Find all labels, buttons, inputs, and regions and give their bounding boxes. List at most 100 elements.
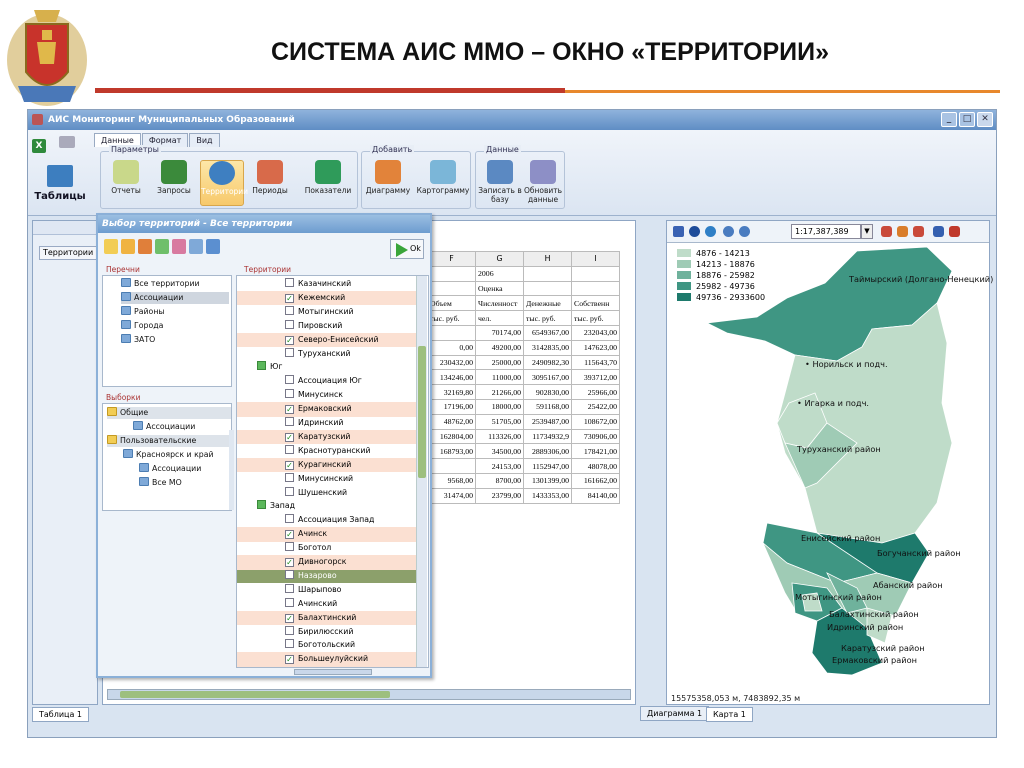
table-cell[interactable]: 24153,00 <box>475 458 524 474</box>
table-cell[interactable]: 1433353,00 <box>523 487 572 504</box>
territory-item[interactable]: Бирилюсский <box>237 625 417 640</box>
territory-checkbox[interactable]: ✓ <box>285 293 294 303</box>
territory-item[interactable]: Юг <box>237 360 417 375</box>
territory-checkbox[interactable] <box>285 305 294 315</box>
list-item[interactable]: Все территории <box>121 278 200 290</box>
table-cell[interactable] <box>523 280 572 297</box>
territory-checkbox[interactable] <box>285 319 294 329</box>
table-cell[interactable]: 2889306,00 <box>523 443 572 460</box>
column-header[interactable]: H <box>523 251 572 267</box>
pan-icon[interactable] <box>705 226 716 237</box>
splitter[interactable] <box>229 430 234 510</box>
tab-map-1[interactable]: Карта 1 <box>706 707 753 722</box>
periods-button[interactable]: Периоды <box>248 160 292 206</box>
table-cell[interactable]: 3142835,00 <box>523 339 572 356</box>
territory-item[interactable]: Ачинский <box>237 597 417 612</box>
territory-checkbox[interactable] <box>285 583 294 593</box>
add-cartogram-button[interactable]: Картограмму <box>415 160 471 206</box>
territory-checkbox[interactable]: ✓ <box>285 613 294 623</box>
table-cell[interactable]: 6549367,00 <box>523 324 572 341</box>
table-cell[interactable]: 108672,00 <box>571 413 620 430</box>
chevron-down-icon[interactable]: ▼ <box>861 224 873 239</box>
table-cell[interactable]: 902830,00 <box>523 384 572 400</box>
list-item[interactable]: ЗАТО <box>121 334 155 346</box>
table-cell[interactable]: 25422,00 <box>571 398 620 415</box>
zoom-in-icon[interactable] <box>723 226 734 237</box>
territory-item[interactable]: Минусинск <box>237 388 417 403</box>
territory-item[interactable]: ✓ Ачинск <box>237 527 417 542</box>
territory-item[interactable]: Боготольский <box>237 638 417 653</box>
open-folder-icon[interactable] <box>104 239 118 254</box>
territory-item[interactable]: ✓ Курагинский <box>237 457 417 473</box>
unit-cell[interactable]: тыс. руб. <box>523 310 572 326</box>
queries-button[interactable]: Запросы <box>152 160 196 206</box>
table-cell[interactable] <box>523 265 572 282</box>
table-cell[interactable] <box>427 280 476 297</box>
table-cell[interactable]: 393712,00 <box>571 369 620 386</box>
table-cell[interactable]: 49200,00 <box>475 339 524 356</box>
table-cell[interactable]: 31474,00 <box>427 487 476 504</box>
territory-item[interactable]: ✓ Каратузский <box>237 429 417 445</box>
zoom-out-icon[interactable] <box>739 226 750 237</box>
mode-cell[interactable]: Оценка <box>475 280 524 297</box>
table-cell[interactable]: 34500,00 <box>475 443 524 460</box>
territory-checkbox[interactable] <box>285 514 294 524</box>
territory-item[interactable]: Запад <box>237 499 417 514</box>
table-cell[interactable]: 178421,00 <box>571 443 620 460</box>
list-item[interactable]: Районы <box>121 306 165 318</box>
header-cell[interactable]: Объем <box>427 295 476 312</box>
column-header[interactable]: G <box>475 251 524 267</box>
table-cell[interactable] <box>427 265 476 282</box>
territory-checkbox[interactable] <box>285 639 294 649</box>
table-cell[interactable]: 51705,00 <box>475 413 524 430</box>
territory-checkbox[interactable] <box>285 542 294 552</box>
table-cell[interactable]: 25966,00 <box>571 384 620 400</box>
territory-item[interactable]: Ассоциация Юг <box>237 374 417 389</box>
territory-item[interactable]: Ассоциация Запад <box>237 513 417 528</box>
copy-list-icon[interactable] <box>155 239 169 254</box>
layer-icon[interactable] <box>881 226 892 237</box>
territory-item[interactable]: Идринский <box>237 416 417 431</box>
side-panel-label[interactable]: Территории <box>39 246 99 260</box>
sample-item[interactable]: Ассоциации <box>133 421 195 433</box>
print-map-icon[interactable] <box>949 226 960 237</box>
territory-item[interactable]: ✓ Ермаковский <box>237 402 417 417</box>
territory-checkbox[interactable] <box>285 417 294 426</box>
maximize-button[interactable]: □ <box>959 112 975 127</box>
table-cell[interactable]: 17196,00 <box>427 398 476 415</box>
table-cell[interactable]: 147623,00 <box>571 339 620 356</box>
table-cell[interactable]: 23799,00 <box>475 487 524 504</box>
territory-checkbox[interactable] <box>285 625 294 635</box>
minimize-button[interactable]: _ <box>941 112 957 127</box>
table-cell[interactable] <box>427 324 476 341</box>
table-cell[interactable]: 32169,80 <box>427 384 476 400</box>
territory-item[interactable]: ✓ Кежемский <box>237 290 417 306</box>
table-cell[interactable]: 84140,00 <box>571 487 620 504</box>
table-cell[interactable] <box>571 265 620 282</box>
sample-item[interactable]: Ассоциации <box>139 463 201 475</box>
territory-checkbox[interactable] <box>285 375 294 385</box>
sample-item[interactable]: Красноярск и край <box>123 449 214 461</box>
refresh-list-icon[interactable] <box>206 239 220 254</box>
reports-button[interactable]: Отчеты <box>104 160 148 206</box>
legend-icon[interactable] <box>897 226 908 237</box>
table-cell[interactable]: 2539487,00 <box>523 413 572 430</box>
table-cell[interactable]: 591168,00 <box>523 398 572 415</box>
write-db-button[interactable]: Записать в базу <box>478 160 522 206</box>
list-item[interactable]: Ассоциации <box>121 292 229 304</box>
territory-item[interactable]: ✓ Большеулуйский <box>237 652 417 667</box>
territory-checkbox[interactable] <box>257 500 266 510</box>
sample-item[interactable]: Общие <box>107 407 231 419</box>
table-cell[interactable]: 18000,00 <box>475 398 524 415</box>
header-cell[interactable]: Собственн <box>571 295 620 312</box>
territory-checkbox[interactable]: ✓ <box>285 405 294 415</box>
tab-table-1[interactable]: Таблица 1 <box>32 707 90 722</box>
territory-checkbox[interactable] <box>285 472 294 482</box>
add-diagram-button[interactable]: Диаграмму <box>363 160 413 206</box>
table-cell[interactable]: 8700,00 <box>475 472 524 489</box>
table-cell[interactable]: 48078,00 <box>571 458 620 474</box>
table-cell[interactable]: 1301399,00 <box>523 472 572 489</box>
territory-item[interactable]: Назарово <box>237 568 417 584</box>
year-cell[interactable]: 2006 <box>475 265 524 282</box>
tables-button[interactable]: Таблицы <box>34 165 86 211</box>
